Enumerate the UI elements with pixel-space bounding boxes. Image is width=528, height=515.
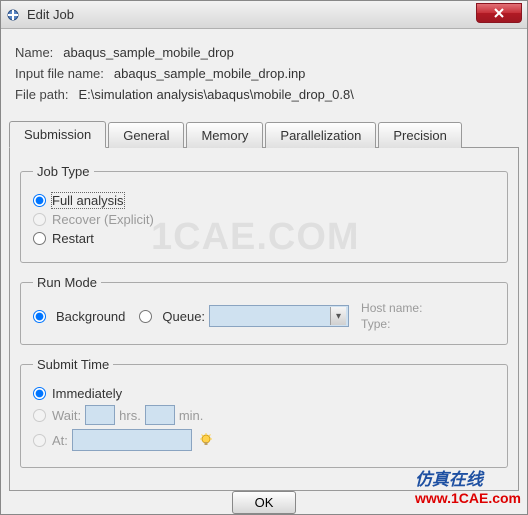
queue-combo[interactable]: ▾	[209, 305, 349, 327]
label-at: At:	[52, 433, 68, 448]
watermark-cn: 仿真在线	[415, 470, 483, 489]
lightbulb-icon[interactable]	[198, 432, 214, 448]
jobtype-group: Job Type Full analysis Recover (Explicit…	[20, 164, 508, 263]
hostname-label: Host name:	[361, 300, 422, 316]
watermark-right: 仿真在线 www.1CAE.com	[415, 465, 521, 506]
label-hrs: hrs.	[119, 408, 141, 423]
label-immediately: Immediately	[52, 386, 122, 401]
radio-immediately[interactable]	[33, 387, 46, 400]
dialog-body: Name: abaqus_sample_mobile_drop Input fi…	[1, 29, 527, 120]
ok-button[interactable]: OK	[232, 491, 297, 514]
radio-background[interactable]	[33, 310, 46, 323]
edit-job-dialog: Edit Job Name: abaqus_sample_mobile_drop…	[0, 0, 528, 515]
label-min: min.	[179, 408, 204, 423]
radio-queue[interactable]	[139, 310, 152, 323]
tab-submission[interactable]: Submission	[9, 121, 106, 148]
filepath-label: File path:	[15, 87, 68, 102]
app-icon	[5, 7, 21, 23]
label-recover: Recover (Explicit)	[52, 212, 154, 227]
label-full-analysis: Full analysis	[52, 193, 124, 208]
inputfile-label: Input file name:	[15, 66, 104, 81]
radio-recover	[33, 213, 46, 226]
close-button[interactable]	[476, 3, 522, 23]
chevron-down-icon: ▾	[330, 307, 346, 325]
tab-general[interactable]: General	[108, 122, 184, 148]
jobtype-legend: Job Type	[33, 164, 94, 179]
close-icon	[493, 7, 505, 19]
watermark-url: www.1CAE.com	[415, 490, 521, 506]
name-label: Name:	[15, 45, 53, 60]
at-datetime-input[interactable]	[72, 429, 192, 451]
radio-full-analysis[interactable]	[33, 194, 46, 207]
tab-panel-submission: Job Type Full analysis Recover (Explicit…	[9, 148, 519, 491]
label-restart: Restart	[52, 231, 94, 246]
radio-wait	[33, 409, 46, 422]
label-wait: Wait:	[52, 408, 81, 423]
runmode-group: Run Mode Background Queue: ▾ Host name: …	[20, 275, 508, 345]
wait-hours-input[interactable]	[85, 405, 115, 425]
window-title: Edit Job	[27, 7, 74, 22]
label-background: Background	[56, 309, 125, 324]
tab-precision[interactable]: Precision	[378, 122, 461, 148]
name-value: abaqus_sample_mobile_drop	[63, 45, 234, 60]
type-label: Type:	[361, 316, 422, 332]
runmode-legend: Run Mode	[33, 275, 101, 290]
radio-at	[33, 434, 46, 447]
filepath-value: E:\simulation analysis\abaqus\mobile_dro…	[78, 87, 353, 102]
tab-parallelization[interactable]: Parallelization	[265, 122, 376, 148]
label-queue: Queue:	[162, 309, 205, 324]
radio-restart[interactable]	[33, 232, 46, 245]
submittime-group: Submit Time Immediately Wait: hrs. min.	[20, 357, 508, 468]
submittime-legend: Submit Time	[33, 357, 113, 372]
tab-memory[interactable]: Memory	[186, 122, 263, 148]
tab-strip: Submission General Memory Parallelizatio…	[9, 120, 519, 148]
wait-min-input[interactable]	[145, 405, 175, 425]
titlebar: Edit Job	[1, 1, 527, 29]
inputfile-value: abaqus_sample_mobile_drop.inp	[114, 66, 306, 81]
